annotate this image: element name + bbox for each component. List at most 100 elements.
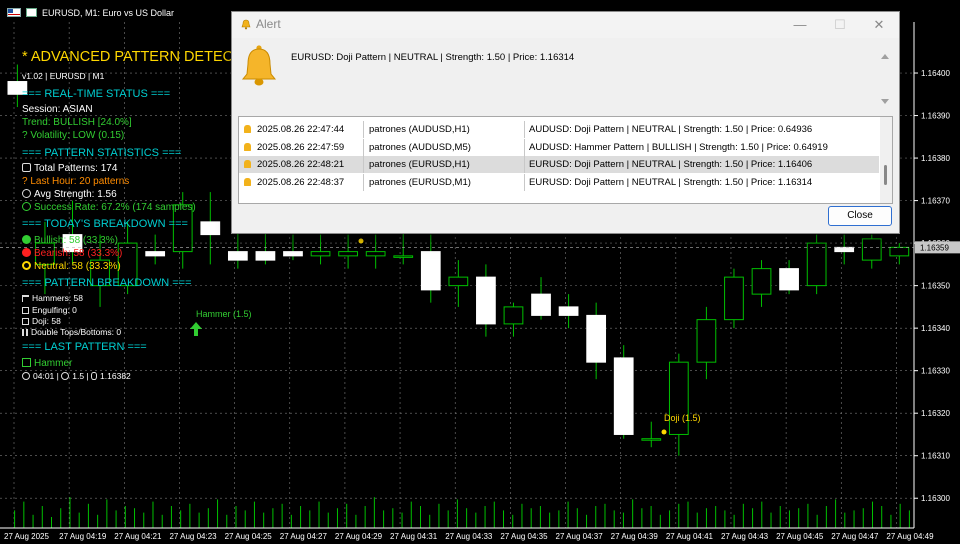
current-price-label: 1.16359 (920, 243, 949, 252)
scroll-up-icon[interactable] (881, 54, 889, 59)
candle-bullish (668, 361, 689, 435)
clock-icon (22, 372, 30, 380)
alert-time-cell: 2025.08.26 22:48:37 (257, 173, 364, 191)
engulfing-text: Engulfing: 0 (22, 305, 77, 315)
alert-dialog[interactable]: Alert — ☐ ✕ EURUSD: Doji Pattern | NEUTR… (231, 11, 900, 234)
x-axis-label: 27 Aug 04:45 (776, 532, 824, 541)
realtime-heading: === REAL-TIME STATUS === (22, 88, 171, 100)
candle-bullish (889, 246, 910, 257)
candle-bearish (227, 251, 248, 261)
x-axis-label: 27 Aug 04:37 (556, 532, 604, 541)
y-axis-label: 1.16400 (921, 69, 950, 78)
price-icon (91, 372, 98, 380)
alert-history-row[interactable]: 2025.08.26 22:47:59 patrones (AUDUSD,M5) A… (239, 138, 879, 156)
neutral-dot-icon (22, 261, 31, 270)
hammers-text: Hammers: 58 (22, 293, 83, 303)
candle-bullish (448, 276, 469, 287)
alert-time-cell: 2025.08.26 22:48:21 (257, 156, 364, 173)
bell-small-icon (241, 19, 251, 30)
double-bars-icon (22, 329, 28, 336)
scroll-thumb[interactable] (884, 165, 887, 185)
last-pattern-heading: === LAST PATTERN === (22, 341, 147, 353)
alert-message-cell: EURUSD: Doji Pattern | NEUTRAL | Strengt… (529, 176, 813, 188)
alert-history-row[interactable]: 2025.08.26 22:47:44 patrones (AUDUSD,H1) A… (239, 121, 879, 138)
alert-history-row[interactable]: 2025.08.26 22:48:37 patrones (EURUSD,M1) E… (239, 173, 879, 191)
x-axis-label: 27 Aug 04:43 (721, 532, 769, 541)
bell-row-icon (244, 160, 251, 168)
candle-bullish (365, 251, 386, 257)
y-axis-label: 1.16350 (921, 282, 950, 291)
candle-bullish (724, 276, 744, 321)
candle-bearish (283, 251, 303, 257)
y-axis-label: 1.16370 (921, 197, 950, 206)
alert-title: Alert (256, 17, 281, 31)
strength-icon (22, 189, 31, 198)
close-button[interactable]: Close (828, 206, 892, 226)
candle-bearish (200, 221, 221, 236)
alert-history-list[interactable]: 2025.08.26 22:47:44 patrones (AUDUSD,H1) A… (238, 116, 893, 204)
separator: | (56, 371, 59, 381)
bearish-dot-icon (22, 248, 31, 257)
flag-icon (7, 8, 21, 17)
volatility-text: ? Volatility: LOW (0.15) (22, 130, 125, 141)
panel-version: v1.02 | EURUSD | M1 (22, 71, 105, 81)
panel-title: * ADVANCED PATTERN DETEC (22, 49, 234, 65)
bearish-text: Bearish: 58 (33.3%) (22, 248, 122, 259)
alert-body: EURUSD: Doji Pattern | NEUTRAL | Strengt… (232, 38, 899, 233)
last-pattern-details: 04:01 | 1.5 | 1.16382 (22, 371, 131, 381)
alert-source-cell: patrones (AUDUSD,M5) (369, 138, 525, 156)
alert-time-cell: 2025.08.26 22:47:44 (257, 121, 364, 138)
x-axis-label: 27 Aug 04:39 (611, 532, 659, 541)
last-hour-text: ? Last Hour: 20 patterns (22, 176, 130, 187)
x-axis-label: 27 Aug 04:21 (114, 532, 162, 541)
hammer-marker-label: Hammer (1.5) (196, 309, 252, 319)
separator: | (86, 371, 89, 381)
x-axis-label: 27 Aug 04:19 (59, 532, 107, 541)
alert-history-row[interactable]: 2025.08.26 22:48:21 patrones (EURUSD,H1) E… (239, 156, 879, 173)
bell-icon (241, 45, 277, 86)
candle-bullish (503, 306, 524, 325)
alert-message-cell: EURUSD: Doji Pattern | NEUTRAL | Strengt… (529, 159, 813, 170)
candle-bullish (641, 438, 662, 441)
doji-text: Doji: 58 (22, 316, 61, 326)
alert-time-cell: 2025.08.26 22:47:59 (257, 138, 364, 156)
bullish-text: Bullish: 58 (33.3%) (22, 235, 118, 246)
x-axis-label: 27 Aug 04:23 (169, 532, 217, 541)
hammer-icon (22, 295, 29, 302)
chart-window-title: EURUSD, M1: Euro vs US Dollar (0, 0, 180, 22)
bell-row-icon (244, 142, 251, 151)
candle-bearish (145, 251, 166, 257)
chart-title-text: EURUSD, M1: Euro vs US Dollar (42, 8, 175, 18)
minimize-button[interactable]: — (792, 17, 808, 33)
alert-source-cell: patrones (EURUSD,H1) (369, 156, 525, 173)
y-axis-label: 1.16340 (921, 324, 950, 333)
close-window-button[interactable]: ✕ (871, 17, 887, 33)
candle-bullish (696, 319, 717, 363)
bell-row-icon (244, 125, 251, 133)
y-axis-label: 1.16300 (921, 494, 950, 503)
hammer-up-arrow-icon (190, 322, 202, 336)
session-text: Session: ASIAN (22, 104, 93, 115)
pattern-icon (22, 358, 31, 367)
success-rate-text: Success Rate: 67.2% (174 samples) (22, 202, 196, 213)
y-axis-label: 1.16320 (921, 409, 950, 418)
candle-bullish (806, 242, 827, 287)
scroll-down-icon[interactable] (881, 99, 889, 104)
history-scrollbar[interactable] (880, 117, 892, 203)
candle-bullish (751, 268, 772, 295)
x-axis-label: 27 Aug 04:41 (666, 532, 714, 541)
today-heading: === TODAY'S BREAKDOWN === (22, 218, 188, 230)
candle-bullish (861, 238, 882, 261)
candle-bearish (476, 276, 496, 325)
maximize-button[interactable]: ☐ (832, 17, 848, 33)
alert-titlebar[interactable]: Alert — ☐ ✕ (232, 12, 899, 38)
x-axis-label: 27 Aug 04:35 (500, 532, 548, 541)
message-scrollbar[interactable] (879, 52, 891, 108)
x-axis-label: 27 Aug 04:49 (886, 532, 934, 541)
y-axis-label: 1.16330 (921, 367, 950, 376)
target-icon (22, 202, 31, 211)
bell-row-icon (244, 177, 251, 186)
x-axis-label: 27 Aug 04:29 (335, 532, 383, 541)
candle-bearish (613, 357, 634, 435)
doji-marker-label: Doji (1.5) (664, 413, 701, 423)
